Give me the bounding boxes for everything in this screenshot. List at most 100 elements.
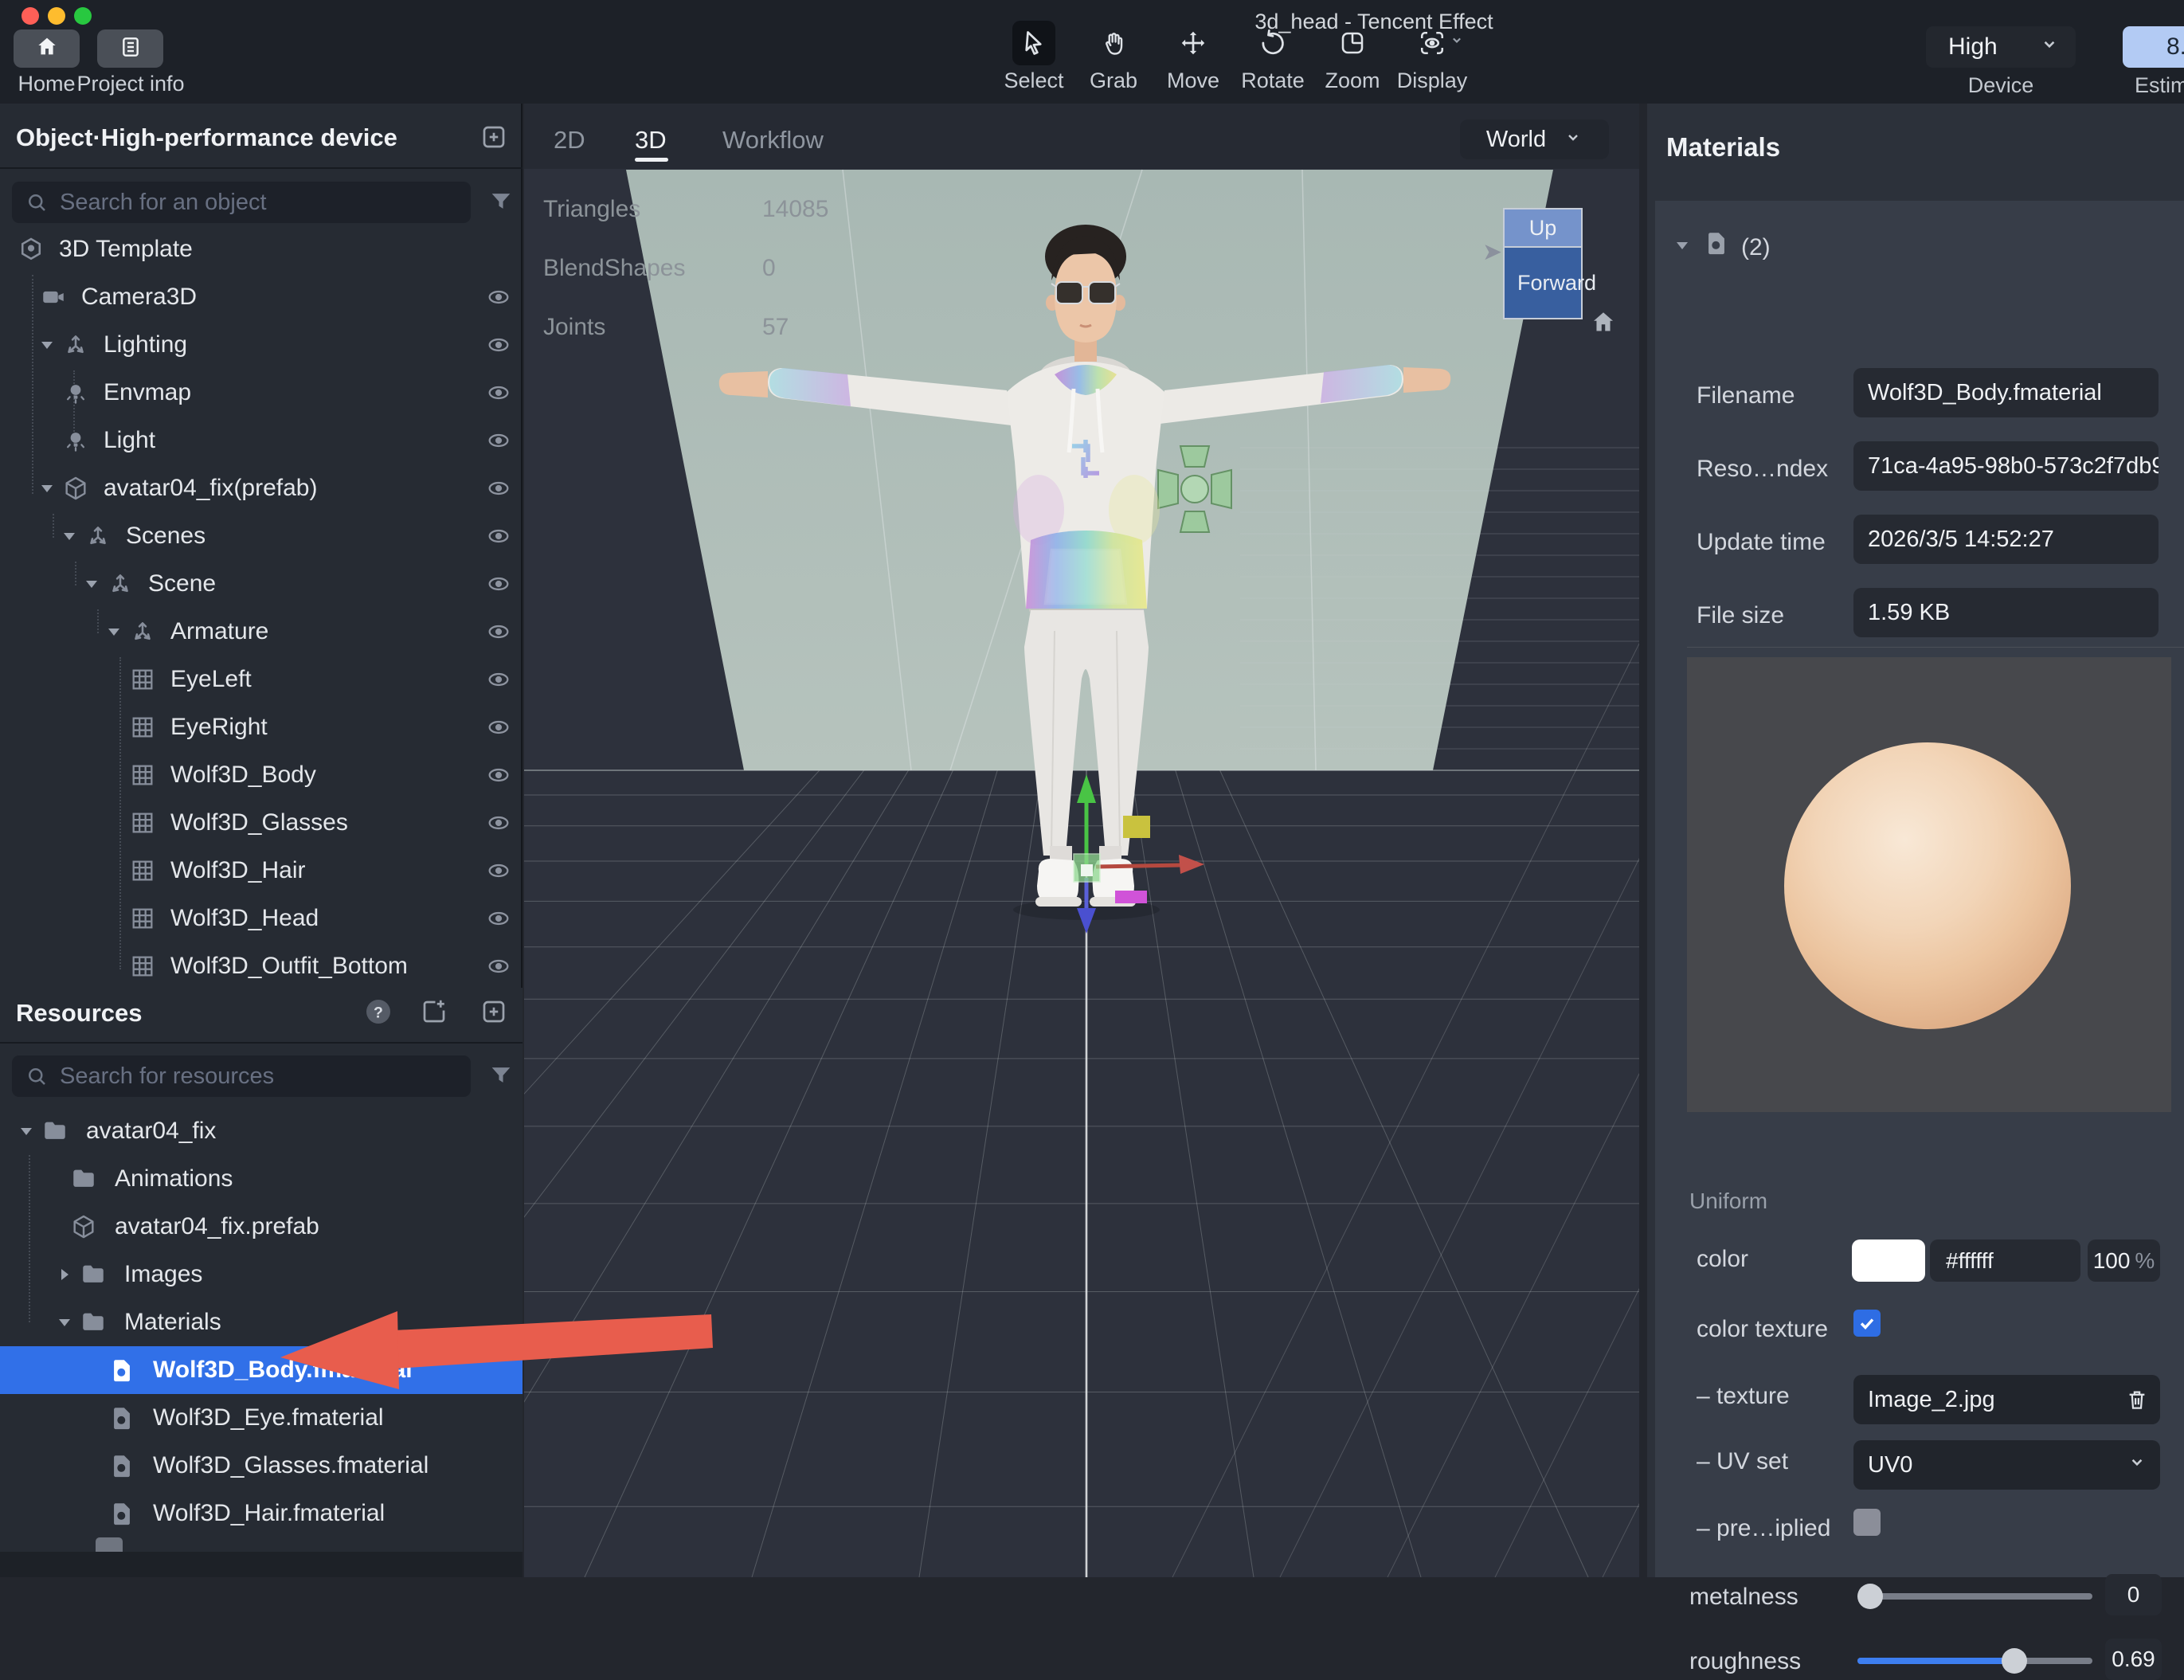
file-size-value[interactable]: 1.59 KB [1853,588,2159,637]
tree-item-envmap[interactable]: Envmap [0,369,523,417]
tree-item-lighting[interactable]: Lighting [0,321,523,369]
expand-arrow-icon[interactable] [40,339,54,351]
divider [0,167,523,169]
tool-move-button[interactable]: Move [1164,21,1222,93]
device-quality-select[interactable]: High [1926,26,2076,68]
help-icon[interactable]: ? [364,997,393,1026]
tree-item-wolf3d-hair-fmaterial[interactable]: Wolf3D_Hair.fmaterial [0,1490,523,1537]
roughness-slider[interactable] [1857,1658,2092,1664]
material-file-icon [96,1537,123,1552]
eye-visibility-icon[interactable] [486,571,511,597]
tree-item-wolf3d-head[interactable]: Wolf3D_Head [0,895,523,942]
axis-forward-button[interactable]: Forward [1503,248,1583,319]
eye-visibility-icon[interactable] [486,667,511,692]
tree-item-wolf3d-hair[interactable]: Wolf3D_Hair [0,847,523,895]
material-preview[interactable] [1687,657,2171,1112]
tool-select-button[interactable]: Select [1005,21,1063,93]
tree-item-wolf3d-outfit-bottom[interactable]: Wolf3D_Outfit_Bottom [0,942,523,988]
tree-item-camera3d[interactable]: Camera3D [0,273,523,321]
uniform-section-label: Uniform [1689,1189,1767,1214]
texture-value[interactable]: Image_2.jpg [1853,1375,2160,1424]
color-swatch[interactable] [1852,1239,1925,1282]
tree-item-avatar04-fix-prefab[interactable]: avatar04_fix(prefab) [0,464,523,512]
tree-item-eyeleft[interactable]: EyeLeft [0,656,523,703]
tree-item-scene[interactable]: Scene [0,560,523,608]
expand-arrow-icon[interactable] [40,482,54,495]
collapse-arrow-icon[interactable] [1675,239,1689,256]
filter-icon[interactable] [487,188,515,215]
filename-value[interactable]: Wolf3D_Body.fmaterial [1853,368,2159,417]
tool-zoom-button[interactable]: Zoom [1324,21,1381,93]
estimate-button[interactable]: 8. [2123,26,2184,68]
tree-item-images[interactable]: Images [0,1251,523,1298]
home-button[interactable] [14,29,80,68]
eye-visibility-icon[interactable] [486,476,511,501]
add-object-button[interactable] [479,123,508,151]
eye-visibility-icon[interactable] [486,858,511,883]
tree-item-wolf3d-glasses-fmaterial[interactable]: Wolf3D_Glasses.fmaterial [0,1442,523,1490]
tab-2d[interactable]: 2D [554,126,585,155]
object-search-input[interactable]: Search for an object [12,182,471,223]
tree-item-eyeright[interactable]: EyeRight [0,703,523,751]
resource-search-input[interactable]: Search for resources [12,1055,471,1097]
expand-arrow-icon[interactable] [62,530,76,542]
update-time-value[interactable]: 2026/3/5 14:52:27 [1853,515,2159,564]
expand-arrow-icon[interactable] [57,1268,72,1281]
metalness-slider[interactable] [1857,1593,2092,1600]
expand-arrow-icon[interactable] [107,625,121,638]
eye-visibility-icon[interactable] [486,619,511,644]
tab-3d[interactable]: 3D [635,126,667,155]
eye-visibility-icon[interactable] [486,906,511,931]
window-zoom-button[interactable] [74,7,92,25]
add-resource-button[interactable] [479,997,508,1026]
home-view-icon[interactable] [1589,308,1618,337]
eye-visibility-icon[interactable] [486,332,511,358]
tree-item-animations[interactable]: Animations [0,1155,523,1203]
expand-arrow-icon[interactable] [57,1316,72,1329]
filter-icon[interactable] [487,1062,515,1089]
eye-visibility-icon[interactable] [486,284,511,310]
eye-visibility-icon[interactable] [486,810,511,836]
material-icon [108,1404,135,1431]
tree-item-avatar04-fix-prefab[interactable]: avatar04_fix.prefab [0,1203,523,1251]
expand-arrow-icon[interactable] [19,1125,33,1138]
scene-canvas[interactable] [524,169,1639,1577]
color-texture-checkbox[interactable] [1853,1310,1881,1337]
eye-visibility-icon[interactable] [486,954,511,979]
tree-item-wolf3d-glasses[interactable]: Wolf3D_Glasses [0,799,523,847]
tree-item-wolf3d-body[interactable]: Wolf3D_Body [0,751,523,799]
resource-index-value[interactable]: 71ca-4a95-98b0-573c2f7db9f8 [1853,441,2159,491]
tool-rotate-button[interactable]: Rotate [1244,21,1301,93]
eye-visibility-icon[interactable] [486,762,511,788]
eye-visibility-icon[interactable] [486,380,511,405]
tree-item-wolf3d-body-fmaterial[interactable]: Wolf3D_Body.fmaterial [0,1346,523,1394]
tree-item-wolf3d-eye-fmaterial[interactable]: Wolf3D_Eye.fmaterial [0,1394,523,1442]
tool-display-button[interactable]: Display [1403,21,1461,93]
tree-item-materials[interactable]: Materials [0,1298,523,1346]
tree-item-scenes[interactable]: Scenes [0,512,523,560]
eye-visibility-icon[interactable] [486,715,511,740]
expand-arrow-icon[interactable] [84,578,99,590]
roughness-value[interactable]: 0.69 [2105,1639,2162,1680]
tree-item-3d-template[interactable]: 3D Template [0,225,523,273]
uv-set-select[interactable]: UV0 [1853,1440,2160,1490]
window-minimize-button[interactable] [48,7,65,25]
new-resource-icon[interactable] [420,997,448,1026]
color-hex-value[interactable]: #ffffff [1930,1239,2080,1282]
tree-item-avatar04-fix[interactable]: avatar04_fix [0,1107,523,1155]
metalness-value[interactable]: 0 [2105,1574,2162,1615]
objects-tree: 3D TemplateCamera3DLightingEnvmapLightav… [0,225,523,988]
tab-workflow[interactable]: Workflow [722,126,824,155]
tool-grab-button[interactable]: Grab [1085,21,1142,93]
color-opacity-value[interactable]: 100% [2088,1239,2160,1282]
tree-item-light[interactable]: Light [0,417,523,464]
eye-visibility-icon[interactable] [486,428,511,453]
window-close-button[interactable] [22,7,39,25]
eye-visibility-icon[interactable] [486,523,511,549]
tree-item-armature[interactable]: Armature [0,608,523,656]
premultiplied-checkbox[interactable] [1853,1509,1881,1536]
trash-icon[interactable] [2125,1388,2149,1412]
coordinate-mode-select[interactable]: World [1460,119,1609,159]
project-info-button[interactable] [97,29,163,68]
axis-up-button[interactable]: Up [1503,208,1583,248]
